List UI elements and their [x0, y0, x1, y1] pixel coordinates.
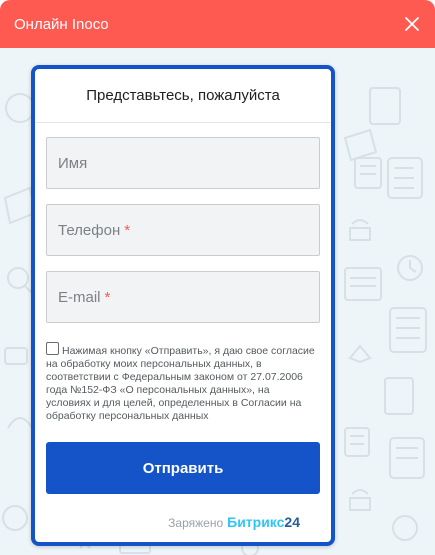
widget-title: Онлайн Inoco — [14, 15, 109, 33]
phone-field[interactable]: Телефон * — [46, 204, 320, 256]
submit-button[interactable]: Отправить — [46, 442, 320, 494]
powered-by[interactable]: Заряжено Битрикс24 — [168, 514, 300, 530]
widget-header: Онлайн Inoco — [0, 0, 435, 48]
email-field-placeholder: E-mail — [58, 288, 101, 306]
brand-logo: Битрикс24 — [227, 514, 300, 530]
form-heading: Представьтесь, пожалуйста — [35, 69, 331, 123]
close-icon[interactable] — [403, 15, 421, 33]
name-field-placeholder: Имя — [58, 154, 88, 172]
brand-name: Битрикс — [227, 514, 285, 530]
required-mark: * — [124, 221, 131, 239]
brand-number: 24 — [284, 514, 300, 530]
phone-field-placeholder: Телефон — [58, 221, 121, 239]
required-mark: * — [104, 288, 111, 306]
email-field[interactable]: E-mail * — [46, 271, 320, 323]
powered-by-label: Заряжено — [168, 516, 224, 530]
consent-block: Нажимая кнопку «Отправить», я даю свое с… — [46, 342, 316, 423]
contact-form-card: Представьтесь, пожалуйста Имя Телефон * … — [31, 65, 335, 546]
consent-checkbox[interactable] — [46, 342, 59, 355]
name-field[interactable]: Имя — [46, 137, 320, 189]
chat-widget: Онлайн Inoco Представьтесь, пожалуйста И… — [0, 0, 435, 555]
consent-text: Нажимая кнопку «Отправить», я даю свое с… — [46, 345, 315, 422]
